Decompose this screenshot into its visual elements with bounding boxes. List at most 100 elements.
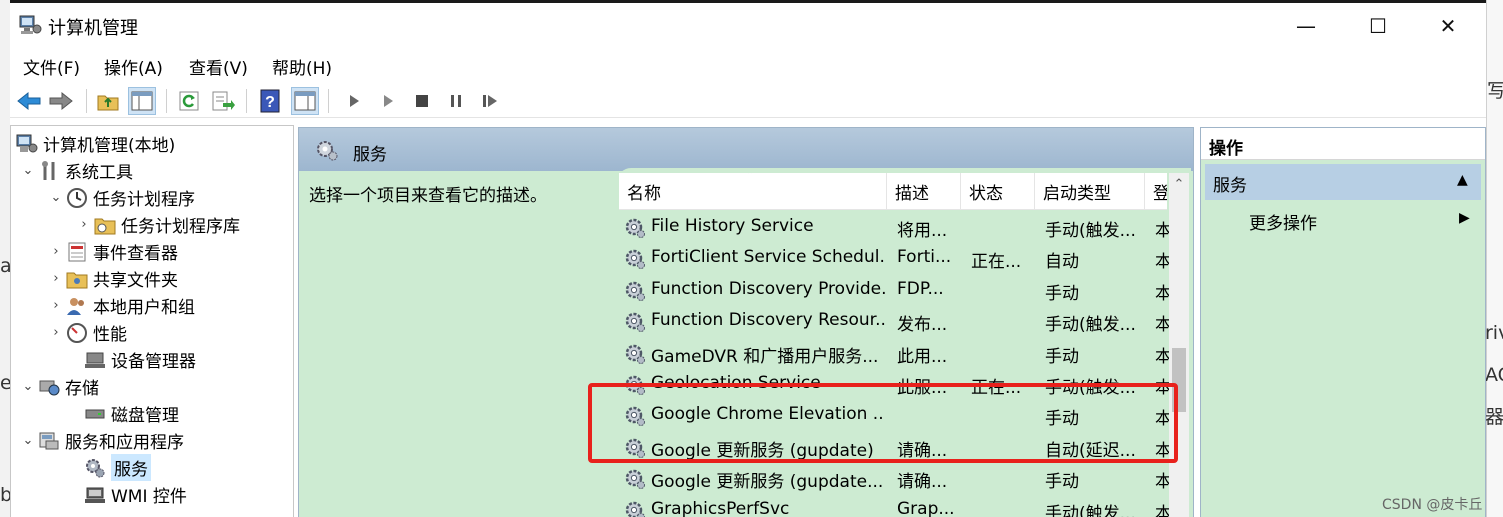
chevron-right-icon[interactable]: › <box>47 298 65 313</box>
list-header: 名称 ⌃ 描述 状态 启动类型 登 <box>619 173 1167 210</box>
export-list-button[interactable] <box>209 87 237 115</box>
chevron-down-icon[interactable]: ⌄ <box>19 163 37 178</box>
tree-item-label: 系统工具 <box>65 163 133 183</box>
column-header-log-on-as[interactable]: 登 <box>1145 173 1167 210</box>
service-name: Google 更新服务 (gupdate... <box>651 472 884 493</box>
chevron-right-icon[interactable]: › <box>47 244 65 259</box>
help-button[interactable]: ? <box>256 87 284 115</box>
table-row[interactable]: GraphicsPerfSvc Grap... 手动(触发... 本 <box>619 495 1169 517</box>
up-folder-button[interactable] <box>94 87 122 115</box>
tree-item-services[interactable]: 服务 <box>65 454 151 481</box>
chevron-right-icon[interactable]: › <box>47 325 65 340</box>
tree-item-disk-management[interactable]: 磁盘管理 <box>65 400 179 427</box>
menu-help[interactable]: 帮助(H) <box>272 54 332 79</box>
computer-management-icon <box>19 14 43 36</box>
back-button[interactable] <box>15 87 43 115</box>
tree-item-event-viewer[interactable]: › 事件查看器 <box>47 238 178 265</box>
service-name: Function Discovery Resour... <box>651 310 885 331</box>
tree-item-system-tools[interactable]: ⌄ 系统工具 <box>19 157 133 184</box>
column-header-label: 状态 <box>969 184 1003 204</box>
gear-icon <box>623 436 647 460</box>
table-row[interactable]: FortiClient Service Schedul... Forti... 正在… <box>619 243 1169 274</box>
gear-icon <box>623 467 647 491</box>
computer-management-icon <box>15 133 39 155</box>
start-service-alt-button[interactable] <box>374 87 402 115</box>
tree-item-label: 设备管理器 <box>111 352 196 372</box>
submenu-arrow-icon: ▶ <box>1459 210 1470 226</box>
restart-icon <box>483 95 497 107</box>
chevron-down-icon[interactable]: ⌄ <box>19 379 37 394</box>
tree-item-wmi-control[interactable]: WMI 控件 <box>65 481 187 508</box>
pause-service-button[interactable] <box>442 87 470 115</box>
maximize-button[interactable]: ☐ <box>1355 9 1401 43</box>
actions-section-services[interactable]: 服务 ▲ <box>1205 164 1481 200</box>
device-manager-icon <box>83 349 107 371</box>
table-row[interactable]: Geolocation Service 此服... 正在... 手动(触发... 本 <box>619 369 1169 400</box>
column-header-description[interactable]: 描述 <box>887 173 961 210</box>
scroll-up-icon[interactable]: ⌃ <box>1169 177 1189 197</box>
chevron-down-icon[interactable]: ⌄ <box>47 190 65 205</box>
chevron-right-icon[interactable]: › <box>75 217 93 232</box>
service-description: 此用... <box>897 346 948 367</box>
menu-action[interactable]: 操作(A) <box>104 54 163 79</box>
table-row[interactable]: Function Discovery Resour... 发布... 手动(触发..… <box>619 306 1169 337</box>
tree-item-storage[interactable]: ⌄ 存储 <box>19 373 99 400</box>
service-name: Function Discovery Provide... <box>651 278 885 299</box>
stop-service-button[interactable] <box>408 87 436 115</box>
tree-item-device-manager[interactable]: 设备管理器 <box>65 346 196 373</box>
event-viewer-icon <box>65 241 89 263</box>
folder-clock-icon <box>93 214 117 236</box>
service-startup-type: 手动(触发... <box>1045 503 1136 517</box>
tree-item-shared-folders[interactable]: › 共享文件夹 <box>47 265 178 292</box>
vertical-scrollbar[interactable]: ⌃ <box>1169 173 1189 517</box>
minimize-button[interactable]: — <box>1283 9 1329 43</box>
column-header-label: 名称 <box>627 184 661 204</box>
tree-item-local-users-groups[interactable]: › 本地用户和组 <box>47 292 195 319</box>
tree-item-task-scheduler[interactable]: ⌄ 任务计划程序 <box>47 184 195 211</box>
title-bar[interactable]: 计算机管理 — ☐ ✕ <box>10 3 1486 47</box>
performance-icon <box>65 322 89 344</box>
service-startup-type: 手动 <box>1045 346 1079 367</box>
tree-item-performance[interactable]: › 性能 <box>47 319 127 346</box>
show-hide-console-tree-button[interactable] <box>128 87 156 115</box>
start-service-button[interactable] <box>340 87 368 115</box>
chevron-down-icon[interactable]: ⌄ <box>19 433 37 448</box>
menu-file[interactable]: 文件(F) <box>23 54 80 79</box>
table-row[interactable]: GameDVR 和广播用户服务... 此用... 手动 本 <box>619 338 1169 369</box>
play-outline-icon <box>384 95 393 107</box>
service-description: Forti... <box>897 247 952 268</box>
service-log-on-as: 本 <box>1155 472 1169 493</box>
tree-item-computer-management-local[interactable]: 计算机管理(本地) <box>15 130 175 157</box>
service-name: File History Service <box>651 216 814 236</box>
refresh-icon <box>179 91 199 111</box>
gear-icon <box>623 342 647 366</box>
table-row[interactable]: Google 更新服务 (gupdate... 请确... 手动 本 <box>619 463 1169 494</box>
table-row[interactable]: Function Discovery Provide... FDP... 手动 本 <box>619 275 1169 306</box>
forward-button[interactable] <box>47 87 75 115</box>
service-name: Google 更新服务 (gupdate) <box>651 440 874 461</box>
tree-item-services-and-applications[interactable]: ⌄ 服务和应用程序 <box>19 427 184 454</box>
tree-item-task-scheduler-library[interactable]: › 任务计划程序库 <box>75 211 240 238</box>
column-header-status[interactable]: 状态 <box>961 173 1035 210</box>
console-tree: 计算机管理(本地) ⌄ 系统工具 ⌄ 任务计划程序 › 任务计划程序库 › 事件… <box>10 125 294 517</box>
service-log-on-as: 本 <box>1155 409 1169 430</box>
toolbar-separator <box>86 89 87 113</box>
forward-arrow-icon <box>49 91 73 111</box>
show-hide-action-pane-button[interactable] <box>291 87 319 115</box>
restart-service-button[interactable] <box>476 87 504 115</box>
service-description: 请确... <box>897 440 948 461</box>
window-title: 计算机管理 <box>48 18 138 39</box>
column-header-name[interactable]: 名称 ⌃ <box>619 173 887 210</box>
column-header-startup-type[interactable]: 启动类型 <box>1035 173 1145 210</box>
more-actions-item[interactable]: 更多操作 <box>1249 209 1317 234</box>
refresh-button[interactable] <box>175 87 203 115</box>
table-row[interactable]: Google 更新服务 (gupdate) 请确... 自动(延迟... 本 <box>619 432 1169 463</box>
service-description: 请确... <box>897 472 948 493</box>
gears-icon <box>83 457 107 479</box>
table-row[interactable]: File History Service 将用... 手动(触发... 本 <box>619 212 1169 243</box>
menu-view[interactable]: 查看(V) <box>189 54 248 79</box>
table-row[interactable]: Google Chrome Elevation ... 手动 本 <box>619 400 1169 431</box>
chevron-right-icon[interactable]: › <box>47 271 65 286</box>
close-button[interactable]: ✕ <box>1425 9 1471 43</box>
scrollbar-thumb[interactable] <box>1172 348 1186 412</box>
